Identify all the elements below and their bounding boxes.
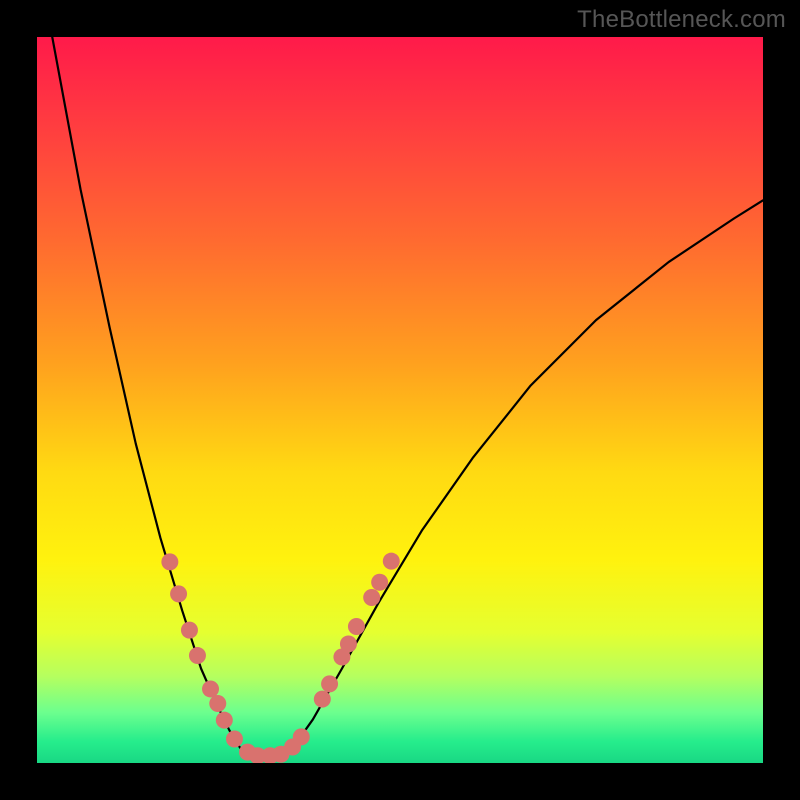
data-point <box>293 728 310 745</box>
data-point <box>314 691 331 708</box>
data-point <box>202 680 219 697</box>
data-point <box>226 731 243 748</box>
data-point <box>189 647 206 664</box>
data-point <box>170 585 187 602</box>
bottleneck-curve-chart <box>37 37 763 763</box>
watermark-text: TheBottleneck.com <box>577 6 786 34</box>
data-point <box>371 574 388 591</box>
data-point <box>216 712 233 729</box>
plot-area <box>37 37 763 763</box>
data-point <box>363 589 380 606</box>
data-point <box>161 553 178 570</box>
data-point <box>321 675 338 692</box>
data-point <box>340 635 357 652</box>
data-point <box>181 622 198 639</box>
data-point <box>209 695 226 712</box>
frame: TheBottleneck.com <box>0 0 800 800</box>
data-point <box>348 618 365 635</box>
data-point <box>383 553 400 570</box>
bottleneck-curve <box>52 37 763 758</box>
